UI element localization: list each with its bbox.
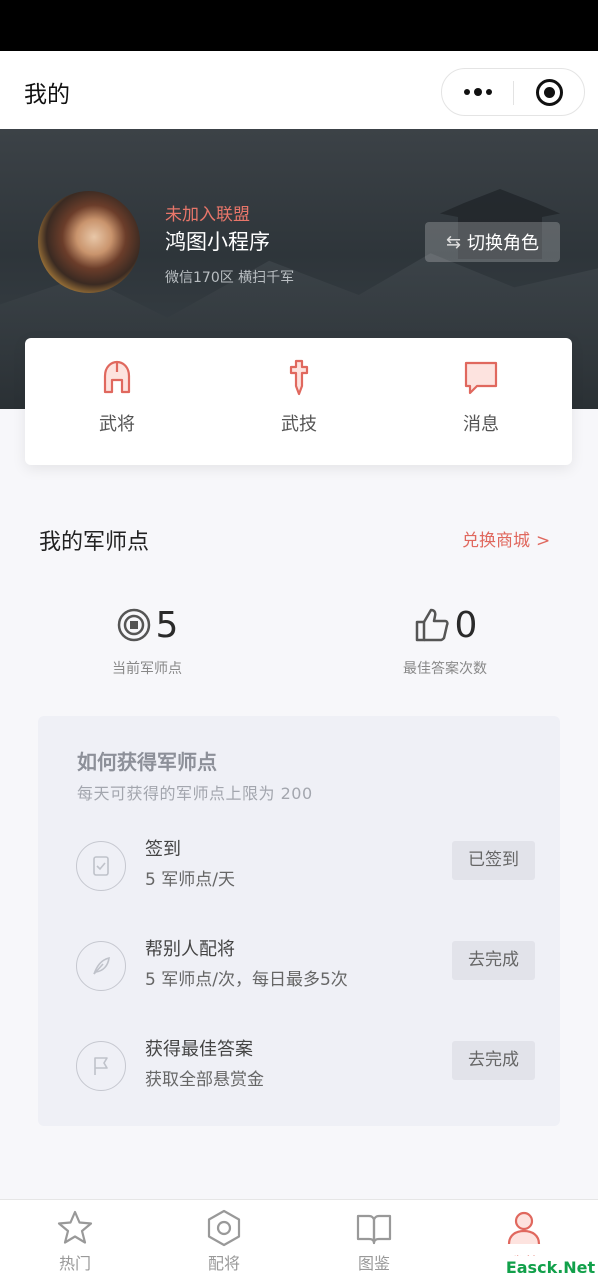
user-name: 鸿图小程序 [165, 230, 270, 254]
thumbs-up-icon [415, 608, 449, 642]
earn-subtitle: 每天可获得的军师点上限为 200 [77, 784, 313, 803]
capsule-divider [513, 81, 514, 105]
task-name: 签到 [145, 839, 181, 860]
helmet-icon [103, 360, 131, 394]
earn-title: 如何获得军师点 [77, 750, 217, 774]
swap-icon: ⇆ [445, 231, 462, 253]
watermark: Easck.Net [503, 1256, 598, 1280]
task-desc: 获取全部悬赏金 [145, 1070, 264, 1090]
task-name: 帮别人配将 [145, 939, 235, 960]
quick-action-label: 消息 [463, 414, 499, 435]
quick-action-label: 武将 [99, 414, 135, 435]
page-title: 我的 [24, 82, 70, 108]
avatar[interactable] [38, 191, 140, 293]
coin-icon [117, 608, 150, 642]
task-help-config: 帮别人配将 5 军师点/次，每日最多5次 去完成 [38, 935, 560, 995]
tab-config[interactable]: 配将 [174, 1208, 274, 1274]
best-answer-value: 0 [454, 604, 478, 646]
best-answer-stat: 0 最佳答案次数 [345, 600, 545, 678]
checked-in-button[interactable]: 已签到 [452, 841, 535, 880]
quick-action-label: 武技 [281, 414, 317, 435]
tab-hot[interactable]: 热门 [25, 1208, 125, 1274]
earn-points-panel: 如何获得军师点 每天可获得的军师点上限为 200 签到 5 军师点/天 已签到 … [38, 716, 560, 1126]
message-icon [464, 361, 498, 395]
mini-program-capsule [441, 68, 585, 116]
task-best-answer: 获得最佳答案 获取全部悬赏金 去完成 [38, 1035, 560, 1095]
hexagon-icon [207, 1209, 241, 1247]
task-desc: 5 军师点/天 [145, 870, 235, 890]
tab-label: 配将 [207, 1254, 240, 1273]
chevron-right-icon: > [536, 531, 551, 551]
quick-action-messages[interactable]: 消息 [421, 358, 541, 436]
checkin-icon [76, 841, 126, 891]
status-bar [0, 0, 598, 51]
tab-label: 图鉴 [357, 1254, 390, 1273]
task-name: 获得最佳答案 [145, 1039, 253, 1060]
quick-action-generals[interactable]: 武将 [57, 358, 177, 436]
exchange-shop-link[interactable]: 兑换商城 > [462, 526, 550, 551]
go-complete-button[interactable]: 去完成 [452, 941, 535, 980]
go-complete-button[interactable]: 去完成 [452, 1041, 535, 1080]
more-menu-icon[interactable] [462, 69, 494, 115]
current-points-stat: 5 当前军师点 [47, 600, 247, 678]
star-icon [57, 1210, 93, 1244]
sword-icon [289, 359, 309, 396]
book-icon [356, 1214, 392, 1245]
feather-icon [76, 941, 126, 991]
task-desc: 5 军师点/次，每日最多5次 [145, 970, 348, 990]
exchange-shop-label: 兑换商城 [462, 531, 530, 551]
server-info: 微信170区 横扫千军 [165, 270, 295, 286]
close-mini-program-icon[interactable] [536, 79, 563, 106]
nav-bar: 我的 [0, 51, 598, 129]
task-checkin: 签到 5 军师点/天 已签到 [38, 835, 560, 895]
tab-label: 热门 [58, 1254, 91, 1273]
user-icon [507, 1211, 541, 1245]
quick-actions-card: 武将 武技 消息 [25, 338, 572, 465]
current-points-label: 当前军师点 [112, 661, 182, 677]
tab-atlas[interactable]: 图鉴 [324, 1208, 424, 1274]
switch-role-button[interactable]: ⇆ 切换角色 [425, 222, 560, 262]
best-answer-label: 最佳答案次数 [403, 661, 487, 677]
points-section-title: 我的军师点 [39, 530, 150, 555]
flag-icon [76, 1041, 126, 1091]
quick-action-skills[interactable]: 武技 [239, 358, 359, 436]
current-points-value: 5 [155, 604, 179, 646]
alliance-status: 未加入联盟 [165, 205, 250, 225]
switch-role-label: 切换角色 [467, 233, 540, 254]
